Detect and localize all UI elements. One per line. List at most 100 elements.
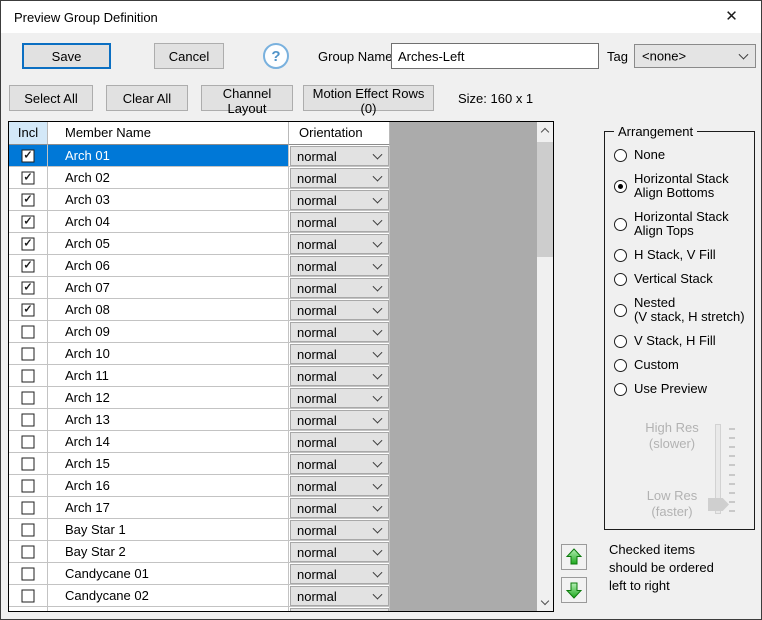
row-checkbox[interactable] [21, 303, 35, 316]
arrangement-option[interactable]: Horizontal Stack Align Tops [614, 210, 745, 238]
table-row[interactable]: Arch 04 normal [9, 211, 390, 233]
row-checkbox[interactable] [21, 501, 35, 514]
member-name-cell[interactable]: Arch 05 [48, 233, 289, 255]
member-name-cell[interactable]: Arch 15 [48, 453, 289, 475]
member-name-cell[interactable]: Arch 10 [48, 343, 289, 365]
table-row[interactable]: Arch 13 normal [9, 409, 390, 431]
group-name-input[interactable] [391, 43, 599, 69]
row-checkbox[interactable] [21, 193, 35, 206]
member-name-cell[interactable]: Arch 06 [48, 255, 289, 277]
row-checkbox[interactable] [21, 171, 35, 184]
member-name-cell[interactable] [48, 607, 289, 611]
row-checkbox[interactable] [21, 523, 35, 536]
row-checkbox[interactable] [21, 391, 35, 404]
radio-icon[interactable] [614, 179, 627, 193]
arrangement-option[interactable]: Vertical Stack [614, 272, 745, 286]
help-icon[interactable]: ? [263, 43, 289, 69]
row-checkbox[interactable] [21, 435, 35, 448]
orientation-dropdown[interactable]: normal [290, 256, 389, 276]
arrangement-option[interactable]: Use Preview [614, 382, 745, 396]
row-checkbox[interactable] [21, 369, 35, 382]
radio-icon[interactable] [614, 382, 627, 396]
orientation-dropdown[interactable]: normal [290, 234, 389, 254]
orientation-dropdown[interactable]: normal [290, 542, 389, 562]
orientation-dropdown[interactable]: normal [290, 432, 389, 452]
orientation-dropdown[interactable]: normal [290, 190, 389, 210]
arrangement-option[interactable]: Custom [614, 358, 745, 372]
orientation-dropdown[interactable]: normal [290, 454, 389, 474]
member-name-cell[interactable]: Arch 09 [48, 321, 289, 343]
row-checkbox[interactable] [22, 611, 35, 612]
scrollbar-thumb[interactable] [537, 142, 553, 257]
table-row[interactable]: Arch 09 normal [9, 321, 390, 343]
row-checkbox[interactable] [21, 237, 35, 250]
arrangement-option[interactable]: H Stack, V Fill [614, 248, 745, 262]
arrangement-option[interactable]: V Stack, H Fill [614, 334, 745, 348]
orientation-dropdown[interactable]: normal [290, 212, 389, 232]
tag-dropdown[interactable]: <none> [634, 44, 756, 68]
member-name-cell[interactable]: Bay Star 2 [48, 541, 289, 563]
member-name-cell[interactable]: Candycane 01 [48, 563, 289, 585]
motion-effect-rows-button[interactable]: Motion Effect Rows (0) [303, 85, 434, 116]
table-row[interactable]: Arch 07 normal [9, 277, 390, 299]
row-checkbox[interactable] [21, 347, 35, 360]
radio-icon[interactable] [614, 303, 627, 317]
row-checkbox[interactable] [21, 413, 35, 426]
orientation-dropdown[interactable]: normal [290, 410, 389, 430]
table-row[interactable]: Arch 02 normal [9, 167, 390, 189]
clear-all-button[interactable]: Clear All [106, 85, 188, 111]
arrangement-option[interactable]: None [614, 148, 745, 162]
arrangement-option[interactable]: Nested (V stack, H stretch) [614, 296, 745, 324]
radio-icon[interactable] [614, 248, 627, 262]
member-name-cell[interactable]: Arch 07 [48, 277, 289, 299]
orientation-dropdown[interactable]: normal [290, 586, 389, 606]
member-name-cell[interactable]: Arch 11 [48, 365, 289, 387]
orientation-dropdown[interactable]: normal [290, 146, 389, 166]
member-name-cell[interactable]: Arch 12 [48, 387, 289, 409]
column-header-incl[interactable]: Incl [9, 122, 48, 145]
row-checkbox[interactable] [21, 149, 35, 162]
row-checkbox[interactable] [21, 281, 35, 294]
table-row[interactable]: Arch 11 normal [9, 365, 390, 387]
table-row[interactable]: Arch 15 normal [9, 453, 390, 475]
radio-icon[interactable] [614, 217, 627, 231]
table-row[interactable] [9, 607, 390, 612]
scrollbar-up-icon[interactable] [537, 122, 553, 139]
row-checkbox[interactable] [21, 545, 35, 558]
select-all-button[interactable]: Select All [9, 85, 93, 111]
row-checkbox[interactable] [21, 457, 35, 470]
row-checkbox[interactable] [21, 259, 35, 272]
move-down-button[interactable] [561, 577, 587, 603]
member-name-cell[interactable]: Arch 14 [48, 431, 289, 453]
table-row[interactable]: Candycane 02 normal [9, 585, 390, 607]
member-name-cell[interactable]: Arch 03 [48, 189, 289, 211]
radio-icon[interactable] [614, 358, 627, 372]
row-checkbox[interactable] [21, 325, 35, 338]
member-name-cell[interactable]: Arch 08 [48, 299, 289, 321]
row-checkbox[interactable] [21, 215, 35, 228]
table-row[interactable]: Arch 17 normal [9, 497, 390, 519]
table-row[interactable]: Candycane 01 normal [9, 563, 390, 585]
orientation-dropdown[interactable]: normal [290, 168, 389, 188]
table-row[interactable]: Arch 16 normal [9, 475, 390, 497]
orientation-dropdown[interactable]: normal [290, 498, 389, 518]
orientation-dropdown[interactable] [290, 608, 389, 611]
column-header-member-name[interactable]: Member Name [48, 122, 289, 145]
channel-layout-button[interactable]: Channel Layout [201, 85, 293, 116]
row-checkbox[interactable] [21, 567, 35, 580]
radio-icon[interactable] [614, 148, 627, 162]
table-row[interactable]: Arch 05 normal [9, 233, 390, 255]
table-row[interactable]: Arch 03 normal [9, 189, 390, 211]
scrollbar-down-icon[interactable] [537, 594, 553, 611]
member-name-cell[interactable]: Arch 02 [48, 167, 289, 189]
cancel-button[interactable]: Cancel [154, 43, 224, 69]
orientation-dropdown[interactable]: normal [290, 322, 389, 342]
orientation-dropdown[interactable]: normal [290, 300, 389, 320]
row-checkbox[interactable] [21, 479, 35, 492]
table-row[interactable]: Arch 01 normal [9, 145, 390, 167]
member-name-cell[interactable]: Candycane 02 [48, 585, 289, 607]
member-name-cell[interactable]: Arch 04 [48, 211, 289, 233]
move-up-button[interactable] [561, 544, 587, 570]
orientation-dropdown[interactable]: normal [290, 344, 389, 364]
column-header-orientation[interactable]: Orientation [289, 122, 390, 145]
